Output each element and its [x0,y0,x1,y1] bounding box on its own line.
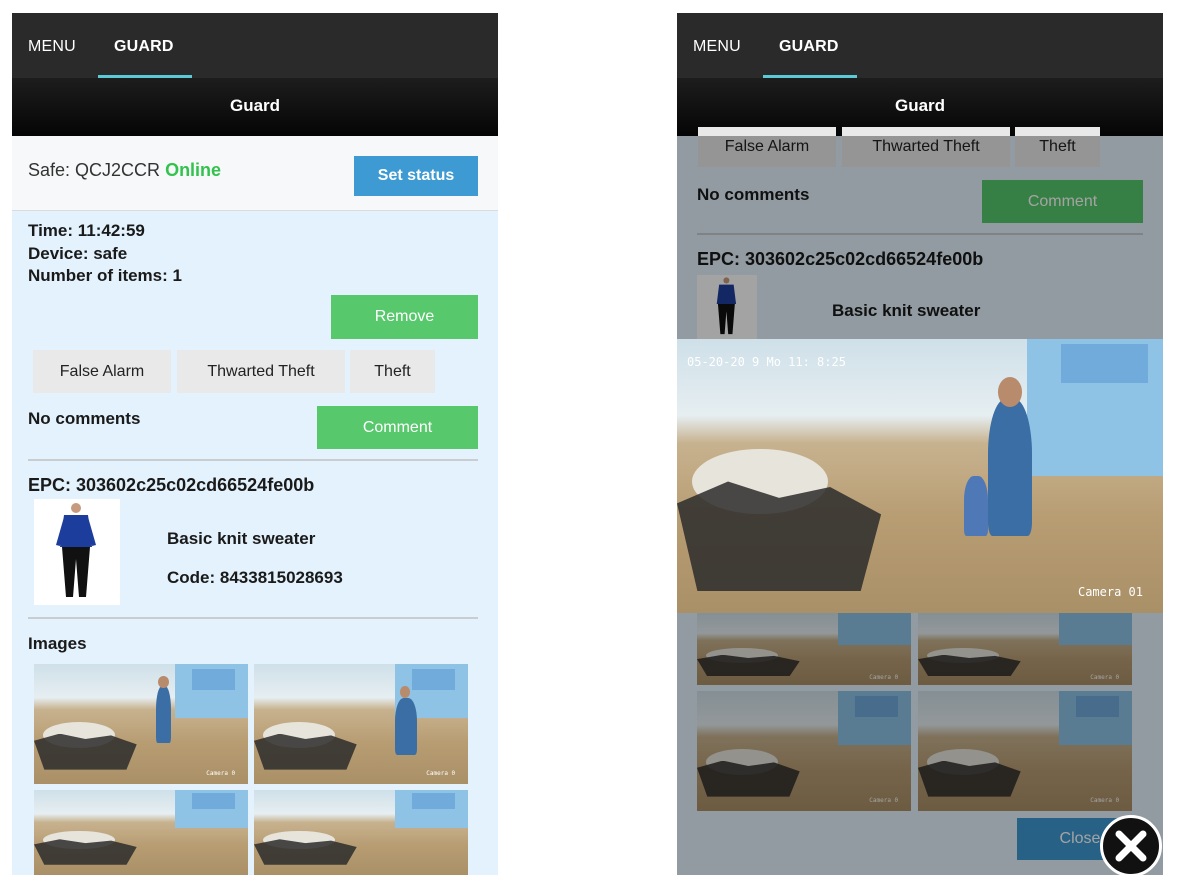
camera-thumbnail[interactable] [34,790,248,875]
comments-text: No comments [28,409,141,428]
divider [28,459,478,461]
event-item-count: Number of items: 1 [28,266,182,285]
comment-button[interactable]: Comment [317,406,478,449]
safe-label: Safe: QCJ2CCR Online [28,160,221,181]
safe-status-bar: Safe: QCJ2CCR Online Set status [12,136,498,211]
item-epc: EPC: 303602c25c02cd66524fe00b [28,475,315,495]
camera-timestamp: 05-20-20 9 Mo 11: 8:25 [687,355,846,369]
remove-button[interactable]: Remove [331,295,478,339]
item-code: Code: 8433815028693 [167,568,343,587]
event-time: Time: 11:42:59 [28,221,145,240]
tab-bar: MENU GUARD [677,13,1163,78]
safe-online-status: Online [165,160,222,180]
tab-menu[interactable]: MENU [693,38,741,56]
guard-screen: MENU GUARD Guard Safe: QCJ2CCR Online Se… [12,13,498,875]
guard-screen-image-viewer: MENU GUARD Guard False Alarm Thwarted Th… [677,13,1163,875]
event-device: Device: safe [28,244,128,263]
sweater-image [34,499,120,605]
set-status-button[interactable]: Set status [354,156,478,196]
images-heading: Images [28,634,87,653]
safe-id: Safe: QCJ2CCR [28,160,161,180]
tab-guard[interactable]: GUARD [779,38,839,56]
sweater-figure-icon [56,503,96,597]
camera-thumbnail[interactable] [254,790,468,875]
tab-bar: MENU GUARD [12,13,498,78]
thumbnail-camera-label: Camera 0 [426,769,456,777]
tab-guard[interactable]: GUARD [114,38,174,56]
enlarged-camera-image: 05-20-20 9 Mo 11: 8:25 Camera 01 [677,339,1163,613]
close-icon[interactable] [1100,815,1162,877]
divider [28,617,478,619]
thumbnail-camera-label: Camera 0 [206,769,236,777]
false-alarm-button[interactable]: False Alarm [33,350,171,393]
x-mark-icon [1115,830,1147,862]
thwarted-theft-button[interactable]: Thwarted Theft [177,350,345,393]
theft-button[interactable]: Theft [350,350,435,393]
camera-thumbnail[interactable]: Camera 0 [34,664,248,784]
tab-menu[interactable]: MENU [28,38,76,56]
item-name: Basic knit sweater [167,529,316,548]
page-title: Guard [12,78,498,136]
camera-label: Camera 01 [1077,585,1143,599]
camera-thumbnail[interactable]: Camera 0 [254,664,468,784]
